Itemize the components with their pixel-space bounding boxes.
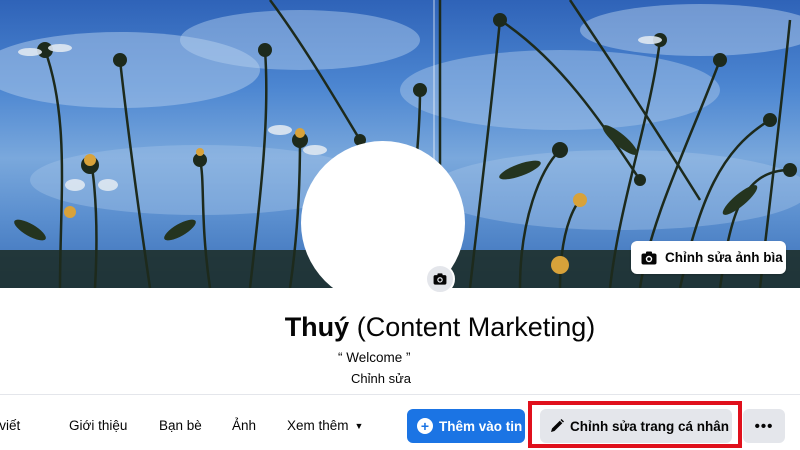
tab-label: Bài viết bbox=[0, 418, 21, 433]
nav-divider bbox=[0, 394, 800, 395]
tab-friends[interactable]: Bạn bè bbox=[159, 408, 202, 444]
pencil-icon bbox=[551, 419, 564, 432]
profile-first-name: Thuý bbox=[284, 312, 350, 342]
tab-label: Xem thêm bbox=[287, 418, 349, 433]
avatar-camera-button[interactable] bbox=[425, 264, 455, 294]
edit-profile-button[interactable]: Chỉnh sửa trang cá nhân bbox=[540, 409, 732, 443]
tab-posts[interactable]: Bài viết bbox=[0, 408, 20, 444]
tab-label: Bạn bè bbox=[159, 418, 202, 433]
tab-label: Ảnh bbox=[232, 418, 257, 433]
tab-label: Giới thiệu bbox=[69, 418, 128, 433]
tab-about[interactable]: Giới thiệu bbox=[69, 408, 127, 444]
chevron-down-icon: ▼ bbox=[354, 421, 364, 431]
edit-cover-photo-button[interactable]: Chỉnh sửa ảnh bìa bbox=[631, 241, 786, 274]
edit-cover-photo-label: Chỉnh sửa ảnh bìa bbox=[665, 250, 783, 265]
profile-role: (Content Marketing) bbox=[356, 312, 596, 342]
more-icon: ••• bbox=[754, 417, 774, 435]
tab-photos[interactable]: Ảnh bbox=[232, 408, 256, 444]
edit-bio-link[interactable]: Chỉnh sửa bbox=[351, 371, 411, 386]
profile-name: Thuý (Content Marketing) bbox=[0, 312, 800, 343]
add-to-story-button[interactable]: + Thêm vào tin bbox=[407, 409, 525, 443]
camera-icon bbox=[641, 251, 657, 264]
edit-profile-label: Chỉnh sửa trang cá nhân bbox=[570, 418, 730, 434]
camera-icon bbox=[433, 273, 447, 285]
plus-icon: + bbox=[417, 418, 433, 434]
profile-bio: “ Welcome ” bbox=[338, 350, 411, 365]
tab-more[interactable]: Xem thêm ▼ bbox=[287, 408, 363, 444]
more-options-button[interactable]: ••• bbox=[743, 409, 785, 443]
add-to-story-label: Thêm vào tin bbox=[439, 418, 523, 434]
